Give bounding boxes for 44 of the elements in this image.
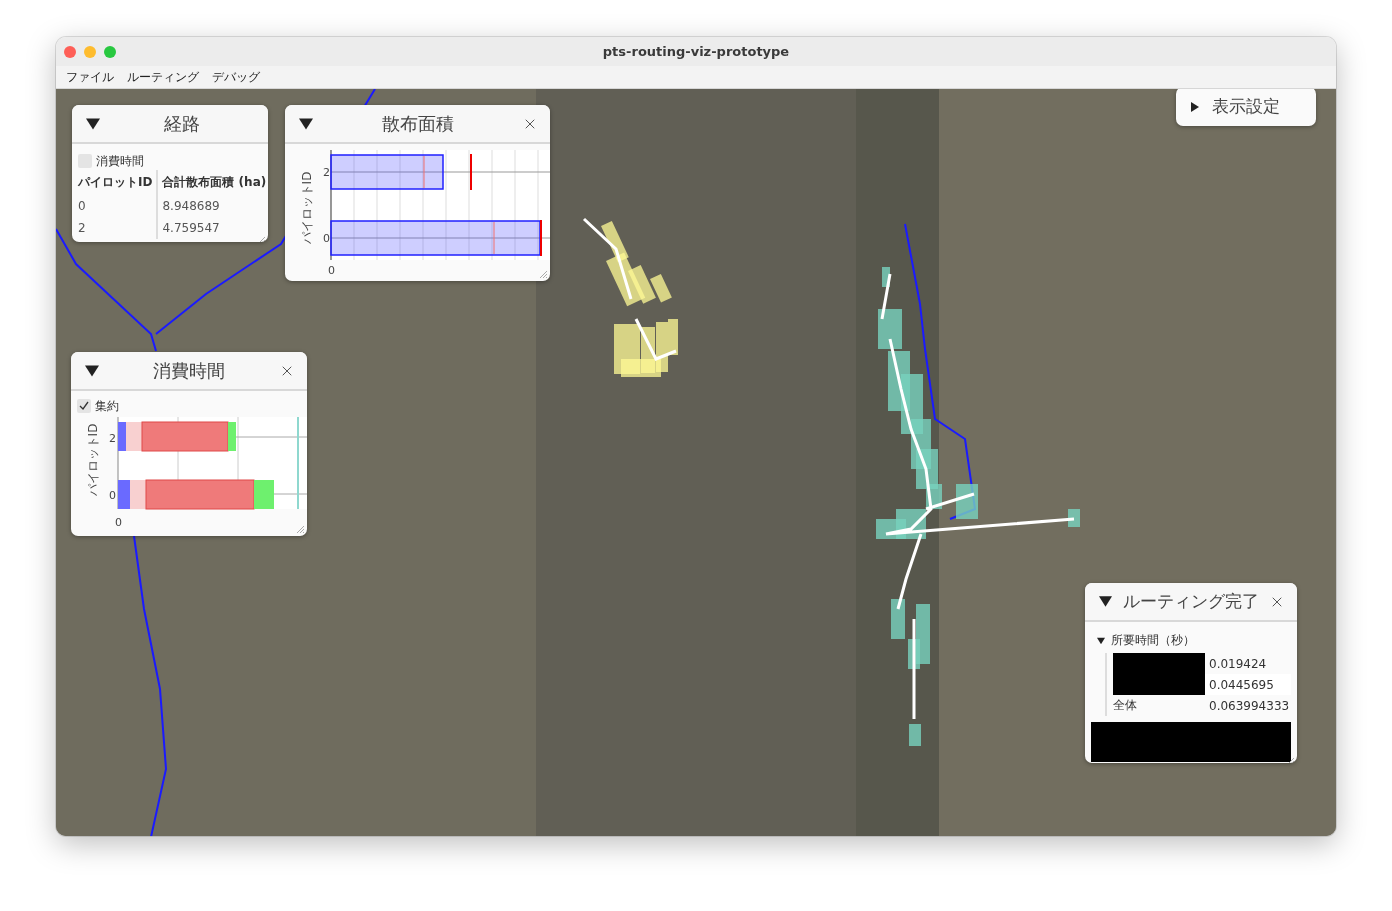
resize-grip-icon[interactable] — [295, 524, 305, 534]
menu-item[interactable]: デバッグ — [212, 68, 260, 86]
triangle-icon[interactable] — [86, 116, 100, 131]
tree-row-value[interactable]: 0.063994333 — [1205, 695, 1291, 716]
axis-tick-label: 0 — [109, 489, 116, 502]
table-cell-text: 2 — [78, 220, 87, 237]
marker-line — [470, 153, 472, 191]
checkbox[interactable]: 消費時間 — [78, 152, 262, 170]
settings-toggle-button[interactable]: 表示設定 — [1176, 89, 1316, 126]
checkbox[interactable]: 集約 — [77, 397, 301, 415]
axis-tick-label: 2 — [323, 166, 330, 179]
panel-title: 散布面積 — [380, 111, 455, 136]
triangle-icon[interactable] — [1099, 595, 1112, 608]
triangle-icon[interactable] — [299, 116, 313, 131]
checkmark-icon — [79, 401, 89, 411]
panel-title: 消費時間 — [152, 358, 226, 383]
menu-item[interactable]: ファイル — [66, 68, 114, 86]
axis-tick-label: 0 — [115, 516, 122, 529]
tree-row-value[interactable]: 0.0445695 — [1205, 674, 1291, 695]
panel-title: ルーティング完了 — [1121, 590, 1260, 613]
triangle-icon[interactable] — [1097, 636, 1105, 645]
marker-line — [493, 221, 495, 255]
axis-label: パイロットID — [86, 423, 100, 497]
table-cell-text: 0 — [78, 198, 87, 215]
table-cell: 4.759547 — [156, 217, 268, 239]
tree-row-label: 全体 — [1113, 697, 1138, 714]
tree-node-label: 所要時間（秒） — [1111, 632, 1195, 649]
close-window-button[interactable] — [64, 46, 76, 58]
marker-line — [423, 155, 425, 189]
axis-tick-label: 0 — [328, 264, 335, 277]
triangle-icon[interactable] — [1190, 101, 1200, 112]
window-title: pts-routing-viz-prototype — [602, 44, 790, 59]
resize-grip-icon[interactable] — [538, 269, 548, 279]
table-cell: 8.948689 — [156, 195, 268, 217]
panel-title: 経路 — [163, 111, 201, 136]
triangle-icon[interactable] — [85, 363, 99, 378]
axis-label: パイロットID — [300, 171, 314, 245]
marker-line — [540, 219, 542, 257]
tree-row-value[interactable]: 0.019424 — [1205, 653, 1291, 674]
axis-tick-label: 0 — [323, 232, 330, 245]
column-header: パイロットID — [78, 174, 154, 191]
axis-tick-label: 2 — [109, 432, 116, 445]
column-header: 合計散布面積 (ha) — [156, 170, 268, 195]
menu-item[interactable]: ルーティング — [127, 68, 199, 86]
